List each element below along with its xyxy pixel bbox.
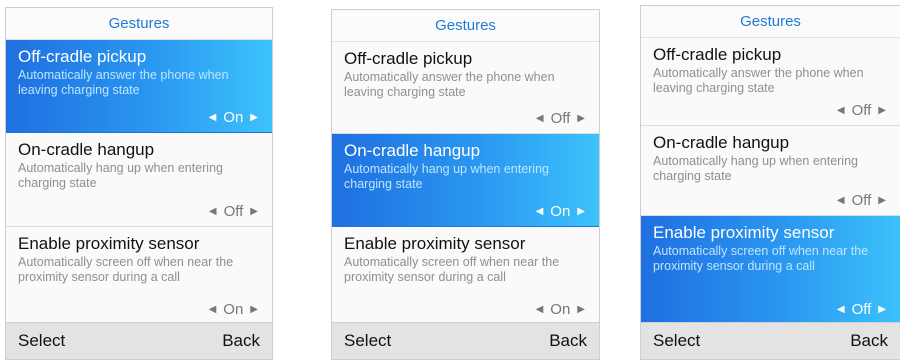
setting-title: On-cradle hangup bbox=[653, 133, 790, 152]
value-selector[interactable]: ◀ Off ▶ bbox=[837, 102, 886, 119]
right-triangle-icon[interactable]: ▶ bbox=[878, 302, 886, 317]
left-triangle-icon[interactable]: ◀ bbox=[837, 193, 845, 208]
screen-title: Gestures bbox=[641, 6, 900, 38]
setting-on-cradle-hangup[interactable]: On-cradle hangup Automatically hang up w… bbox=[332, 134, 599, 227]
right-triangle-icon[interactable]: ▶ bbox=[250, 204, 258, 219]
back-softkey[interactable]: Back bbox=[850, 331, 888, 351]
softkey-bar: Select Back bbox=[6, 322, 272, 359]
setting-value: On bbox=[223, 109, 244, 126]
value-selector[interactable]: ◀ Off ▶ bbox=[536, 110, 585, 127]
screen-title: Gestures bbox=[332, 10, 599, 42]
setting-title: Off-cradle pickup bbox=[344, 49, 473, 68]
right-triangle-icon[interactable]: ▶ bbox=[250, 110, 258, 125]
setting-description: Automatically answer the phone when leav… bbox=[344, 70, 555, 99]
select-softkey[interactable]: Select bbox=[344, 331, 391, 351]
setting-value: On bbox=[550, 203, 571, 220]
settings-list: Off-cradle pickup Automatically answer t… bbox=[641, 38, 900, 325]
setting-description: Automatically hang up when entering char… bbox=[344, 162, 549, 191]
setting-description: Automatically screen off when near the p… bbox=[653, 244, 869, 273]
setting-value: Off bbox=[851, 192, 872, 209]
setting-proximity-sensor[interactable]: Enable proximity sensor Automatically sc… bbox=[6, 227, 272, 325]
value-selector[interactable]: ◀ On ▶ bbox=[209, 109, 258, 126]
setting-proximity-sensor[interactable]: Enable proximity sensor Automatically sc… bbox=[641, 216, 900, 325]
phone-screen-1: Gestures Off-cradle pickup Automatically… bbox=[5, 7, 273, 360]
softkey-bar: Select Back bbox=[641, 322, 900, 359]
setting-proximity-sensor[interactable]: Enable proximity sensor Automatically sc… bbox=[332, 227, 599, 325]
left-triangle-icon[interactable]: ◀ bbox=[536, 204, 544, 219]
setting-title: On-cradle hangup bbox=[18, 140, 155, 159]
left-triangle-icon[interactable]: ◀ bbox=[209, 204, 217, 219]
setting-description: Automatically hang up when entering char… bbox=[18, 161, 223, 190]
setting-value: Off bbox=[223, 203, 244, 220]
right-triangle-icon[interactable]: ▶ bbox=[250, 302, 258, 317]
left-triangle-icon[interactable]: ◀ bbox=[209, 110, 217, 125]
phone-screen-2: Gestures Off-cradle pickup Automatically… bbox=[331, 9, 600, 360]
settings-list: Off-cradle pickup Automatically answer t… bbox=[332, 42, 599, 325]
left-triangle-icon[interactable]: ◀ bbox=[837, 103, 845, 118]
setting-title: Enable proximity sensor bbox=[18, 234, 200, 253]
right-triangle-icon[interactable]: ▶ bbox=[878, 193, 886, 208]
left-triangle-icon[interactable]: ◀ bbox=[536, 111, 544, 126]
setting-description: Automatically screen off when near the p… bbox=[18, 255, 234, 284]
setting-off-cradle-pickup[interactable]: Off-cradle pickup Automatically answer t… bbox=[6, 40, 272, 133]
setting-off-cradle-pickup[interactable]: Off-cradle pickup Automatically answer t… bbox=[332, 42, 599, 134]
setting-value: On bbox=[550, 301, 571, 318]
setting-value: On bbox=[223, 301, 244, 318]
settings-list: Off-cradle pickup Automatically answer t… bbox=[6, 40, 272, 325]
value-selector[interactable]: ◀ On ▶ bbox=[536, 301, 585, 318]
value-selector[interactable]: ◀ On ▶ bbox=[536, 203, 585, 220]
setting-on-cradle-hangup[interactable]: On-cradle hangup Automatically hang up w… bbox=[6, 133, 272, 227]
value-selector[interactable]: ◀ Off ▶ bbox=[837, 192, 886, 209]
setting-description: Automatically hang up when entering char… bbox=[653, 154, 858, 183]
value-selector[interactable]: ◀ Off ▶ bbox=[209, 203, 258, 220]
setting-title: Off-cradle pickup bbox=[653, 45, 782, 64]
right-triangle-icon[interactable]: ▶ bbox=[577, 204, 585, 219]
setting-title: On-cradle hangup bbox=[344, 141, 481, 160]
setting-description: Automatically answer the phone when leav… bbox=[653, 66, 864, 95]
setting-off-cradle-pickup[interactable]: Off-cradle pickup Automatically answer t… bbox=[641, 38, 900, 126]
softkey-bar: Select Back bbox=[332, 322, 599, 359]
setting-on-cradle-hangup[interactable]: On-cradle hangup Automatically hang up w… bbox=[641, 126, 900, 216]
right-triangle-icon[interactable]: ▶ bbox=[577, 111, 585, 126]
setting-description: Automatically answer the phone when leav… bbox=[18, 68, 229, 97]
setting-title: Off-cradle pickup bbox=[18, 47, 147, 66]
value-selector[interactable]: ◀ Off ▶ bbox=[837, 301, 886, 318]
setting-value: Off bbox=[851, 102, 872, 119]
setting-title: Enable proximity sensor bbox=[344, 234, 526, 253]
phone-screen-3: Gestures Off-cradle pickup Automatically… bbox=[640, 5, 900, 360]
back-softkey[interactable]: Back bbox=[549, 331, 587, 351]
right-triangle-icon[interactable]: ▶ bbox=[577, 302, 585, 317]
back-softkey[interactable]: Back bbox=[222, 331, 260, 351]
value-selector[interactable]: ◀ On ▶ bbox=[209, 301, 258, 318]
select-softkey[interactable]: Select bbox=[18, 331, 65, 351]
select-softkey[interactable]: Select bbox=[653, 331, 700, 351]
setting-description: Automatically screen off when near the p… bbox=[344, 255, 560, 284]
right-triangle-icon[interactable]: ▶ bbox=[878, 103, 886, 118]
left-triangle-icon[interactable]: ◀ bbox=[209, 302, 217, 317]
setting-value: Off bbox=[550, 110, 571, 127]
setting-value: Off bbox=[851, 301, 872, 318]
screen-title: Gestures bbox=[6, 8, 272, 40]
left-triangle-icon[interactable]: ◀ bbox=[837, 302, 845, 317]
left-triangle-icon[interactable]: ◀ bbox=[536, 302, 544, 317]
setting-title: Enable proximity sensor bbox=[653, 223, 835, 242]
